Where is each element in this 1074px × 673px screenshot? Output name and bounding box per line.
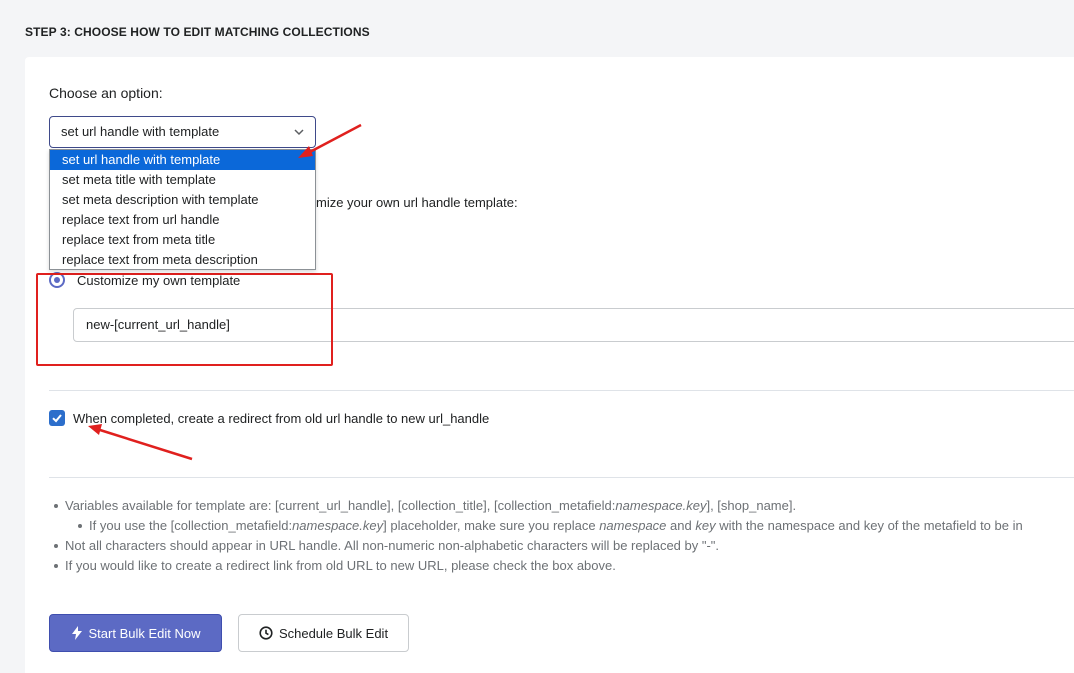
option-select[interactable]: set url handle with template: [49, 116, 316, 148]
list-item: Not all characters should appear in URL …: [49, 536, 1023, 556]
dropdown-option[interactable]: replace text from url handle: [50, 210, 315, 230]
dropdown-option[interactable]: set meta title with template: [50, 170, 315, 190]
divider: [49, 477, 1074, 478]
divider: [49, 390, 1074, 391]
redirect-checkbox-label: When completed, create a redirect from o…: [73, 411, 490, 426]
option-dropdown-list: set url handle with template set meta ti…: [49, 149, 316, 270]
customize-template-radio[interactable]: [49, 272, 65, 288]
checkmark-icon: [52, 414, 62, 423]
dropdown-option[interactable]: set meta description with template: [50, 190, 315, 210]
list-item: Variables available for template are: [c…: [49, 496, 1023, 516]
customize-template-label: Customize my own template: [77, 273, 241, 288]
option-select-value: set url handle with template: [61, 124, 220, 139]
step-title: STEP 3: CHOOSE HOW TO EDIT MATCHING COLL…: [25, 25, 370, 39]
start-bulk-edit-label: Start Bulk Edit Now: [88, 625, 201, 641]
dropdown-option[interactable]: replace text from meta title: [50, 230, 315, 250]
list-item: If you would like to create a redirect l…: [49, 556, 1023, 576]
template-input[interactable]: new-[current_url_handle]: [73, 308, 1074, 342]
list-item: If you use the [collection_metafield:nam…: [49, 516, 1023, 536]
schedule-bulk-edit-label: Schedule Bulk Edit: [278, 625, 389, 641]
bolt-icon: [71, 626, 82, 640]
help-notes: Variables available for template are: [c…: [49, 496, 1023, 576]
dropdown-option[interactable]: replace text from meta description: [50, 250, 315, 270]
choose-option-label: Choose an option:: [49, 85, 163, 101]
template-choice-label: mize your own url handle template:: [316, 195, 518, 210]
clock-icon: [259, 626, 273, 640]
start-bulk-edit-button[interactable]: Start Bulk Edit Now: [49, 614, 222, 652]
chevron-down-icon: [294, 129, 304, 136]
dropdown-option[interactable]: set url handle with template: [50, 150, 315, 170]
redirect-checkbox[interactable]: [49, 410, 65, 426]
schedule-bulk-edit-button[interactable]: Schedule Bulk Edit: [238, 614, 409, 652]
